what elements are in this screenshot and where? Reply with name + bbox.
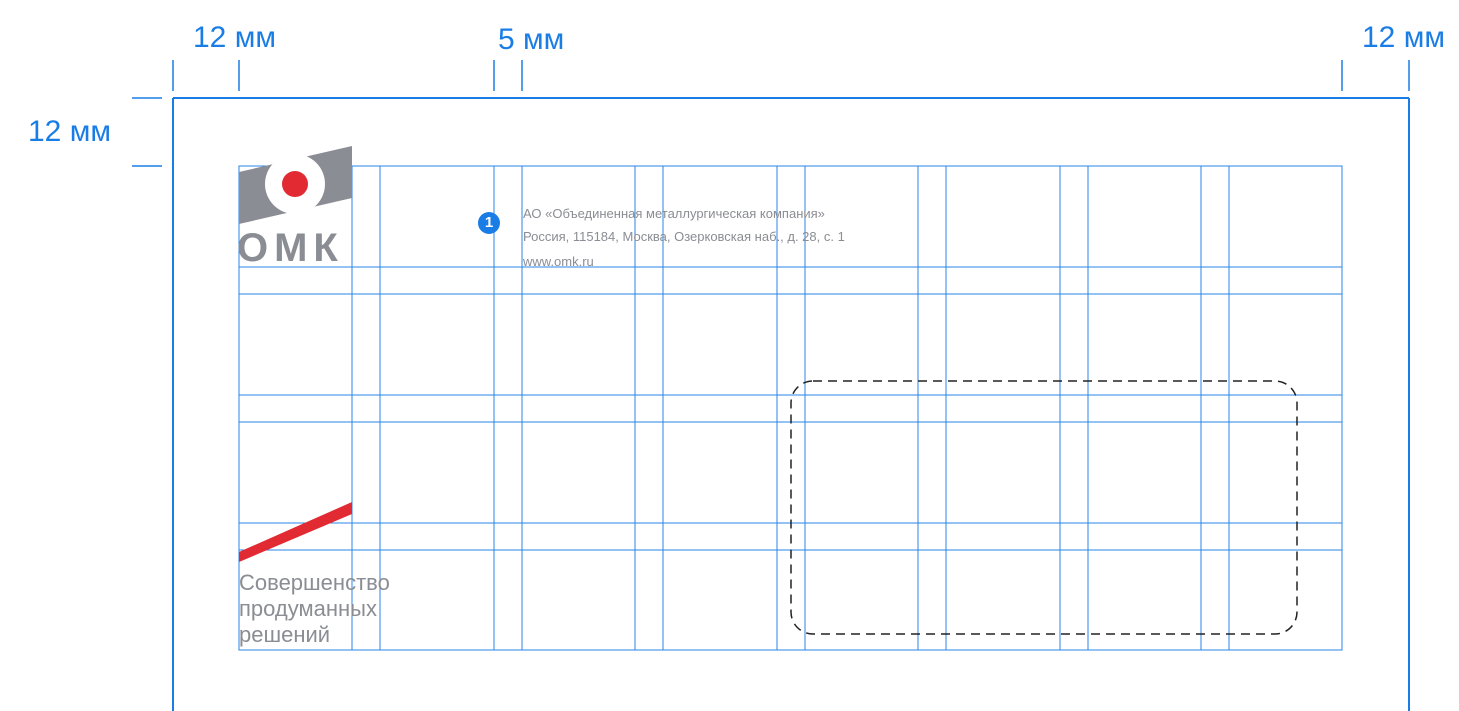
gutter-label: 5 мм [498, 23, 565, 56]
slogan-line-3: решений [239, 622, 331, 647]
callout-marker-1: 1 [478, 212, 500, 234]
slogan-line-1: Совершенство [239, 570, 390, 595]
red-stripe-accent [239, 502, 352, 562]
dimension-ticks [132, 60, 1410, 167]
slogan: Совершенство продуманных решений [239, 570, 390, 648]
address-window [790, 380, 1298, 635]
right-margin-label: 12 мм [1362, 21, 1445, 54]
logo-wordmark: ОМК [237, 226, 344, 270]
address-street: Россия, 115184, Москва, Озерковская наб.… [523, 229, 845, 244]
address-company: АО «Объединенная металлургическая компан… [523, 206, 825, 221]
address-website: www.omk.ru [523, 254, 594, 269]
slogan-line-2: продуманных [239, 596, 377, 621]
top-margin-label: 12 мм [28, 115, 111, 148]
layout-grid [132, 60, 1410, 711]
omk-logo-icon [239, 146, 352, 224]
left-margin-label: 12 мм [193, 21, 276, 54]
